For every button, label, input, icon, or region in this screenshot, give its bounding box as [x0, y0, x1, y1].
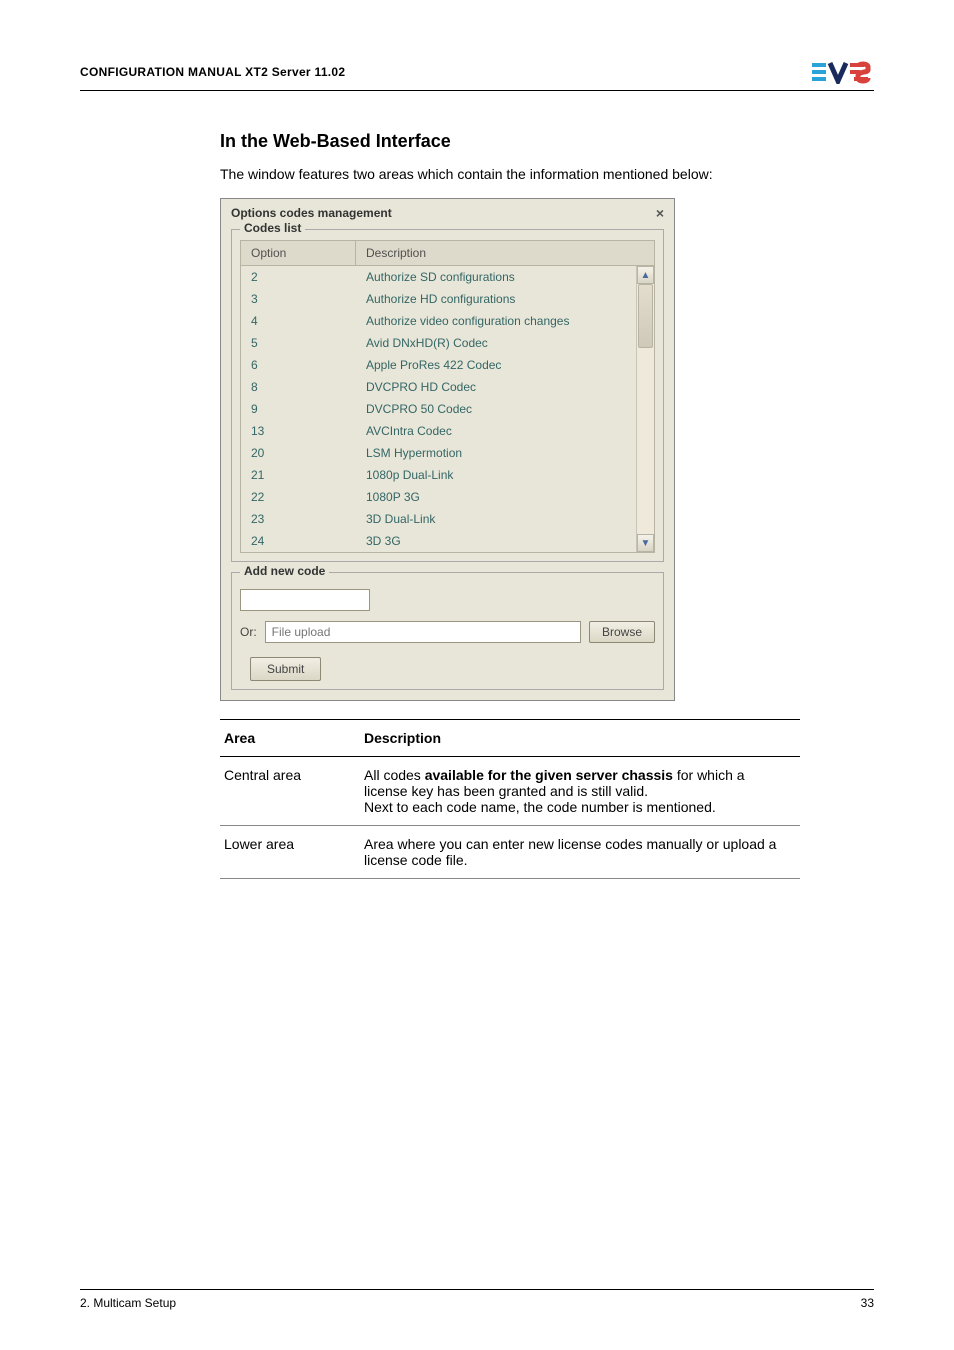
col-description-header[interactable]: Description: [356, 241, 654, 265]
codes-list-fieldset: Codes list Option Description 2Authorize…: [231, 229, 664, 562]
option-description: Avid DNxHD(R) Codec: [356, 332, 654, 354]
list-item[interactable]: 2Authorize SD configurations: [241, 266, 654, 288]
scrollbar[interactable]: ▲ ▼: [636, 266, 654, 552]
page-header: CONFIGURATION MANUAL XT2 Server 11.02: [80, 60, 874, 91]
option-description: DVCPRO 50 Codec: [356, 398, 654, 420]
th-area: Area: [220, 720, 360, 757]
add-new-code-fieldset: Add new code Or: Browse Submit: [231, 572, 664, 690]
option-code: 3: [241, 288, 356, 310]
list-item[interactable]: 6Apple ProRes 422 Codec: [241, 354, 654, 376]
list-item[interactable]: 20LSM Hypermotion: [241, 442, 654, 464]
area-cell: Central area: [220, 757, 360, 826]
footer-section: 2. Multicam Setup: [80, 1296, 176, 1310]
scroll-down-icon[interactable]: ▼: [637, 534, 654, 552]
option-description: Authorize video configuration changes: [356, 310, 654, 332]
header-title: CONFIGURATION MANUAL XT2 Server 11.02: [80, 65, 345, 79]
option-description: Authorize SD configurations: [356, 266, 654, 288]
option-code: 22: [241, 486, 356, 508]
options-codes-dialog: Options codes management × Codes list Op…: [220, 198, 675, 701]
list-item[interactable]: 13AVCIntra Codec: [241, 420, 654, 442]
new-code-input[interactable]: [240, 589, 370, 611]
list-item[interactable]: 4Authorize video configuration changes: [241, 310, 654, 332]
option-code: 20: [241, 442, 356, 464]
file-upload-field[interactable]: [265, 621, 581, 643]
footer-page-number: 33: [861, 1296, 874, 1310]
option-code: 5: [241, 332, 356, 354]
desc-cell: All codes available for the given server…: [360, 757, 800, 826]
table-row: Lower area Area where you can enter new …: [220, 826, 800, 879]
list-item[interactable]: 9DVCPRO 50 Codec: [241, 398, 654, 420]
option-code: 24: [241, 530, 356, 552]
list-item[interactable]: 233D Dual-Link: [241, 508, 654, 530]
scroll-up-icon[interactable]: ▲: [637, 266, 654, 284]
option-description: AVCIntra Codec: [356, 420, 654, 442]
list-item[interactable]: 3Authorize HD configurations: [241, 288, 654, 310]
option-description: 3D 3G: [356, 530, 654, 552]
area-cell: Lower area: [220, 826, 360, 879]
codes-list-legend: Codes list: [240, 221, 305, 235]
intro-text: The window features two areas which cont…: [220, 166, 874, 182]
list-item[interactable]: 221080P 3G: [241, 486, 654, 508]
scroll-track[interactable]: [637, 284, 654, 534]
col-option-header[interactable]: Option: [241, 241, 356, 265]
option-description: 3D Dual-Link: [356, 508, 654, 530]
browse-button[interactable]: Browse: [589, 621, 655, 643]
list-item[interactable]: 5Avid DNxHD(R) Codec: [241, 332, 654, 354]
option-code: 2: [241, 266, 356, 288]
codes-header-row: Option Description: [240, 240, 655, 266]
list-item[interactable]: 243D 3G: [241, 530, 654, 552]
desc-cell: Area where you can enter new license cod…: [360, 826, 800, 879]
codes-body: 2Authorize SD configurations3Authorize H…: [240, 266, 655, 553]
option-code: 23: [241, 508, 356, 530]
option-description: 1080p Dual-Link: [356, 464, 654, 486]
evs-logo: [812, 60, 874, 84]
option-code: 6: [241, 354, 356, 376]
th-description: Description: [360, 720, 800, 757]
list-item[interactable]: 211080p Dual-Link: [241, 464, 654, 486]
option-description: LSM Hypermotion: [356, 442, 654, 464]
option-code: 9: [241, 398, 356, 420]
submit-button[interactable]: Submit: [250, 657, 321, 681]
option-code: 21: [241, 464, 356, 486]
list-item[interactable]: 8DVCPRO HD Codec: [241, 376, 654, 398]
section-heading: In the Web-Based Interface: [220, 131, 874, 152]
option-description: Authorize HD configurations: [356, 288, 654, 310]
option-code: 8: [241, 376, 356, 398]
option-code: 13: [241, 420, 356, 442]
option-description: 1080P 3G: [356, 486, 654, 508]
close-icon[interactable]: ×: [656, 205, 664, 221]
scroll-thumb[interactable]: [638, 284, 653, 348]
table-row: Central area All codes available for the…: [220, 757, 800, 826]
area-description-table: Area Description Central area All codes …: [220, 719, 800, 879]
add-new-code-legend: Add new code: [240, 564, 329, 578]
page-footer: 2. Multicam Setup 33: [80, 1289, 874, 1310]
option-description: DVCPRO HD Codec: [356, 376, 654, 398]
dialog-title: Options codes management: [231, 206, 392, 220]
option-description: Apple ProRes 422 Codec: [356, 354, 654, 376]
option-code: 4: [241, 310, 356, 332]
or-label: Or:: [240, 625, 257, 639]
